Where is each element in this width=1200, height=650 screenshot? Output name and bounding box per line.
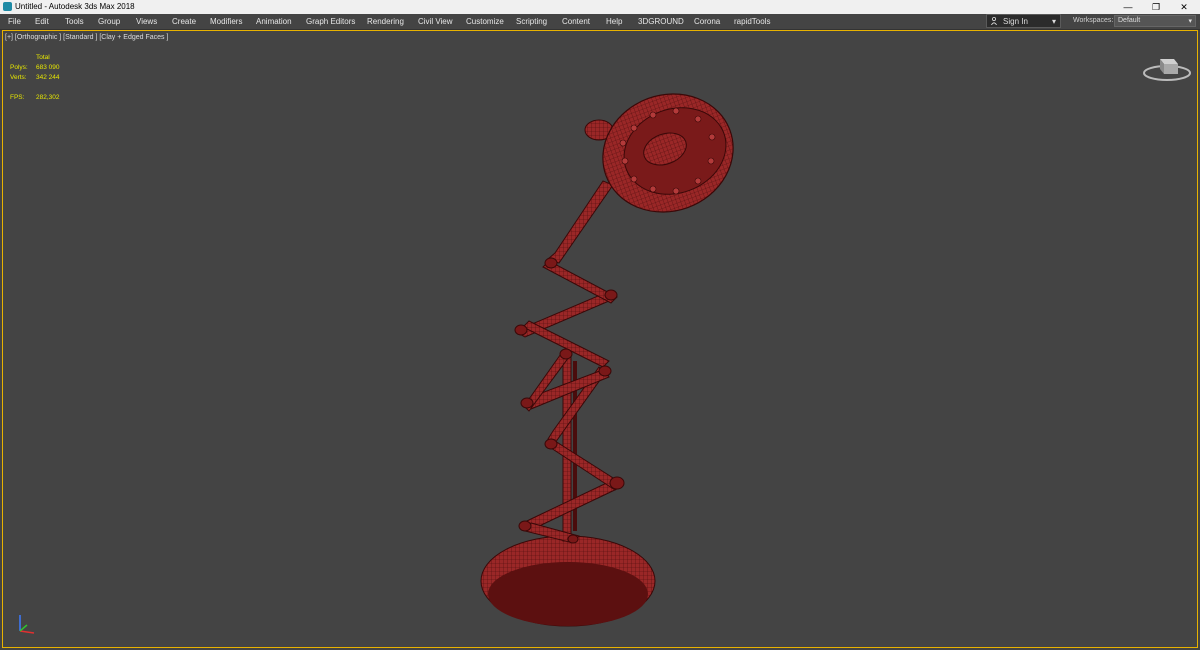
chevron-down-icon: ▾ (1051, 17, 1056, 26)
menu-content[interactable]: Content (562, 17, 590, 26)
menu-3dground[interactable]: 3DGROUND (638, 17, 684, 26)
minimize-button[interactable]: — (1114, 0, 1142, 14)
menu-create[interactable]: Create (172, 17, 196, 26)
app-icon (3, 2, 12, 11)
menu-customize[interactable]: Customize (466, 17, 504, 26)
workspaces-label: Workspaces: (1073, 17, 1114, 24)
user-icon (991, 17, 997, 25)
close-button[interactable]: ✕ (1170, 0, 1198, 14)
menu-tools[interactable]: Tools (65, 17, 84, 26)
menu-rapidtools[interactable]: rapidTools (734, 17, 770, 26)
perspective-viewport[interactable]: [+] [Orthographic ] [Standard ] [Clay + … (2, 30, 1198, 648)
workspaces-value: Default (1118, 17, 1141, 24)
menu-file[interactable]: File (8, 17, 21, 26)
menu-help[interactable]: Help (606, 17, 622, 26)
menu-rendering[interactable]: Rendering (367, 17, 404, 26)
menu-edit[interactable]: Edit (35, 17, 49, 26)
menu-graph-editors[interactable]: Graph Editors (306, 17, 355, 26)
sign-in-label: Sign In (1003, 17, 1028, 26)
menu-corona[interactable]: Corona (694, 17, 720, 26)
menu-modifiers[interactable]: Modifiers (210, 17, 242, 26)
sign-in-dropdown[interactable]: Sign In ▾ (986, 14, 1061, 28)
title-bar: Untitled - Autodesk 3ds Max 2018 — ❐ ✕ (0, 0, 1200, 14)
menu-scripting[interactable]: Scripting (516, 17, 547, 26)
menu-views[interactable]: Views (136, 17, 157, 26)
chevron-down-icon: ▾ (1188, 18, 1192, 25)
desk-lamp-model[interactable] (3, 31, 1199, 649)
restore-button[interactable]: ❐ (1142, 0, 1170, 14)
workspaces-select[interactable]: Default ▾ (1114, 15, 1196, 27)
window-title: Untitled - Autodesk 3ds Max 2018 (15, 2, 135, 11)
menu-animation[interactable]: Animation (256, 17, 292, 26)
axis-tripod-icon (19, 615, 35, 634)
menu-group[interactable]: Group (98, 17, 120, 26)
menu-civil-view[interactable]: Civil View (418, 17, 453, 26)
